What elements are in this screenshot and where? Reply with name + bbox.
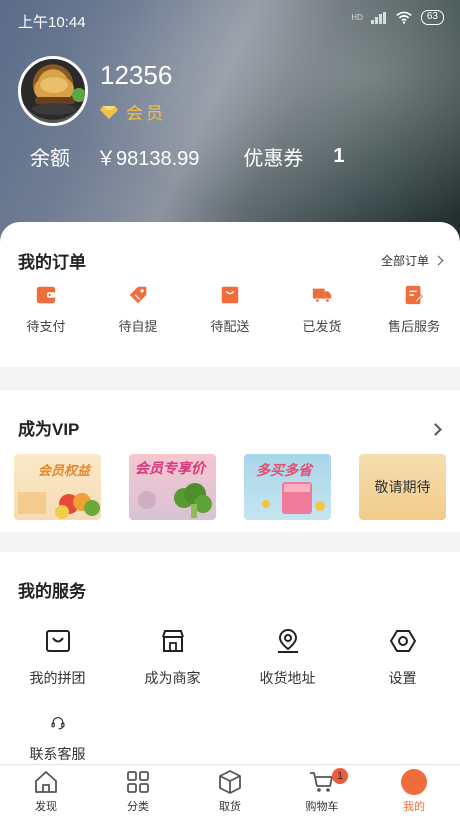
status-icons: HD 63 bbox=[351, 10, 444, 25]
truck-icon bbox=[312, 288, 332, 303]
service-label: 设置 bbox=[388, 670, 417, 686]
vip-card: 成为VIP 会员权益 会员专享价 多买多省 敬请期待 bbox=[0, 390, 460, 532]
tab-category[interactable]: 分类 bbox=[92, 765, 184, 818]
service-label: 我的拼团 bbox=[29, 670, 86, 686]
vip-member-price[interactable]: 会员专享价 bbox=[129, 454, 216, 520]
headset-icon bbox=[51, 717, 64, 730]
tab-label: 分类 bbox=[127, 801, 149, 813]
service-address[interactable]: 收货地址 bbox=[230, 628, 345, 688]
vip-card-label: 敬请期待 bbox=[374, 479, 431, 495]
grid-icon bbox=[127, 771, 149, 793]
vip-card-label: 会员权益 bbox=[38, 463, 91, 478]
order-status-row: 待支付 待自提 待配送 已发货 售后服务 bbox=[0, 284, 460, 335]
signal-icon bbox=[370, 11, 387, 24]
tab-cart[interactable]: 1 购物车 bbox=[276, 765, 368, 818]
location-icon bbox=[277, 628, 298, 653]
service-label: 收货地址 bbox=[259, 670, 316, 686]
order-item-label: 待支付 bbox=[26, 319, 66, 334]
network-label: HD bbox=[351, 13, 363, 22]
service-customer-support[interactable]: 联系客服 bbox=[0, 716, 115, 764]
cart-badge: 1 bbox=[332, 768, 348, 784]
vip-title: 成为VIP bbox=[18, 420, 80, 439]
home-icon bbox=[35, 771, 57, 793]
tab-label: 购物车 bbox=[305, 801, 339, 813]
gear-icon bbox=[389, 630, 416, 652]
status-bar: 上午10:44 HD 63 bbox=[0, 0, 460, 40]
service-become-merchant[interactable]: 成为商家 bbox=[115, 628, 230, 688]
order-after-sales[interactable]: 售后服务 bbox=[368, 284, 460, 335]
order-item-label: 待自提 bbox=[118, 319, 158, 334]
bag-icon bbox=[221, 286, 239, 304]
vip-card-label: 多买多省 bbox=[256, 462, 312, 478]
vip-more-button[interactable] bbox=[429, 421, 442, 439]
balance-row: 余额 ￥98138.99 优惠券 1 bbox=[30, 142, 345, 171]
chevron-right-icon bbox=[433, 255, 444, 266]
order-pending-delivery[interactable]: 待配送 bbox=[184, 284, 276, 335]
package-icon bbox=[219, 770, 241, 794]
document-edit-icon bbox=[405, 285, 424, 305]
order-item-label: 待配送 bbox=[210, 319, 250, 334]
service-settings[interactable]: 设置 bbox=[345, 628, 460, 688]
username: 12356 bbox=[100, 60, 173, 90]
vip-banner-row: 会员权益 会员专享价 多买多省 敬请期待 bbox=[14, 454, 446, 520]
wifi-icon bbox=[396, 11, 412, 24]
service-group-buy[interactable]: 我的拼团 bbox=[0, 628, 115, 688]
all-orders-label: 全部订单 bbox=[380, 254, 429, 268]
all-orders-link[interactable]: 全部订单 bbox=[380, 252, 444, 269]
balance-label: 余额 bbox=[30, 148, 70, 170]
service-label: 成为商家 bbox=[144, 670, 201, 686]
order-shipped[interactable]: 已发货 bbox=[276, 284, 368, 335]
profile-tab-icon bbox=[401, 769, 427, 795]
tab-label: 我的 bbox=[403, 801, 425, 813]
member-badge: 会员 bbox=[100, 99, 166, 124]
vip-card-label: 会员专享价 bbox=[135, 460, 205, 476]
services-row-2: 联系客服 bbox=[0, 716, 460, 764]
coupon-label[interactable]: 优惠券 bbox=[243, 142, 303, 171]
tab-pickup[interactable]: 取货 bbox=[184, 765, 276, 818]
tab-me[interactable]: 我的 bbox=[368, 765, 460, 818]
services-card: 我的服务 我的拼团 成为商家 收货地址 设置 联系客服 bbox=[0, 552, 460, 764]
vip-member-benefits[interactable]: 会员权益 bbox=[14, 454, 101, 520]
avatar[interactable] bbox=[18, 56, 88, 126]
services-title: 我的服务 bbox=[18, 582, 86, 601]
wallet-icon bbox=[36, 286, 56, 304]
services-row-1: 我的拼团 成为商家 收货地址 设置 bbox=[0, 628, 460, 688]
service-label: 联系客服 bbox=[29, 746, 86, 762]
tab-label: 取货 bbox=[219, 801, 241, 813]
member-label: 会员 bbox=[126, 104, 166, 123]
status-time: 上午10:44 bbox=[18, 14, 86, 31]
coupon-count[interactable]: 1 bbox=[333, 145, 344, 168]
profile-header: 上午10:44 HD 63 12356 会员 余额 ￥98138.99 优惠券 … bbox=[0, 0, 460, 250]
orders-card: 我的订单 全部订单 待支付 待自提 待配送 已发货 售后服务 bbox=[0, 222, 460, 367]
bottom-tab-bar: 发现 分类 取货 1 购物车 我的 bbox=[0, 764, 460, 818]
vip-buy-more-save[interactable]: 多买多省 bbox=[244, 454, 331, 520]
order-pending-pickup[interactable]: 待自提 bbox=[92, 284, 184, 335]
orders-title: 我的订单 bbox=[18, 253, 86, 272]
tab-discover[interactable]: 发现 bbox=[0, 765, 92, 818]
order-item-label: 已发货 bbox=[302, 319, 342, 334]
order-pending-payment[interactable]: 待支付 bbox=[0, 284, 92, 335]
diamond-icon bbox=[100, 105, 118, 119]
vip-coming-soon[interactable]: 敬请期待 bbox=[359, 454, 446, 520]
tab-label: 发现 bbox=[35, 801, 57, 813]
balance-value[interactable]: ￥98138.99 bbox=[96, 142, 199, 171]
avatar-image bbox=[32, 75, 85, 115]
group-buy-icon bbox=[45, 630, 70, 652]
battery-indicator: 63 bbox=[420, 10, 444, 25]
cart-icon bbox=[310, 772, 333, 792]
chevron-right-icon bbox=[429, 423, 442, 436]
tag-icon bbox=[129, 286, 147, 304]
order-item-label: 售后服务 bbox=[387, 319, 440, 334]
store-icon bbox=[161, 630, 184, 652]
